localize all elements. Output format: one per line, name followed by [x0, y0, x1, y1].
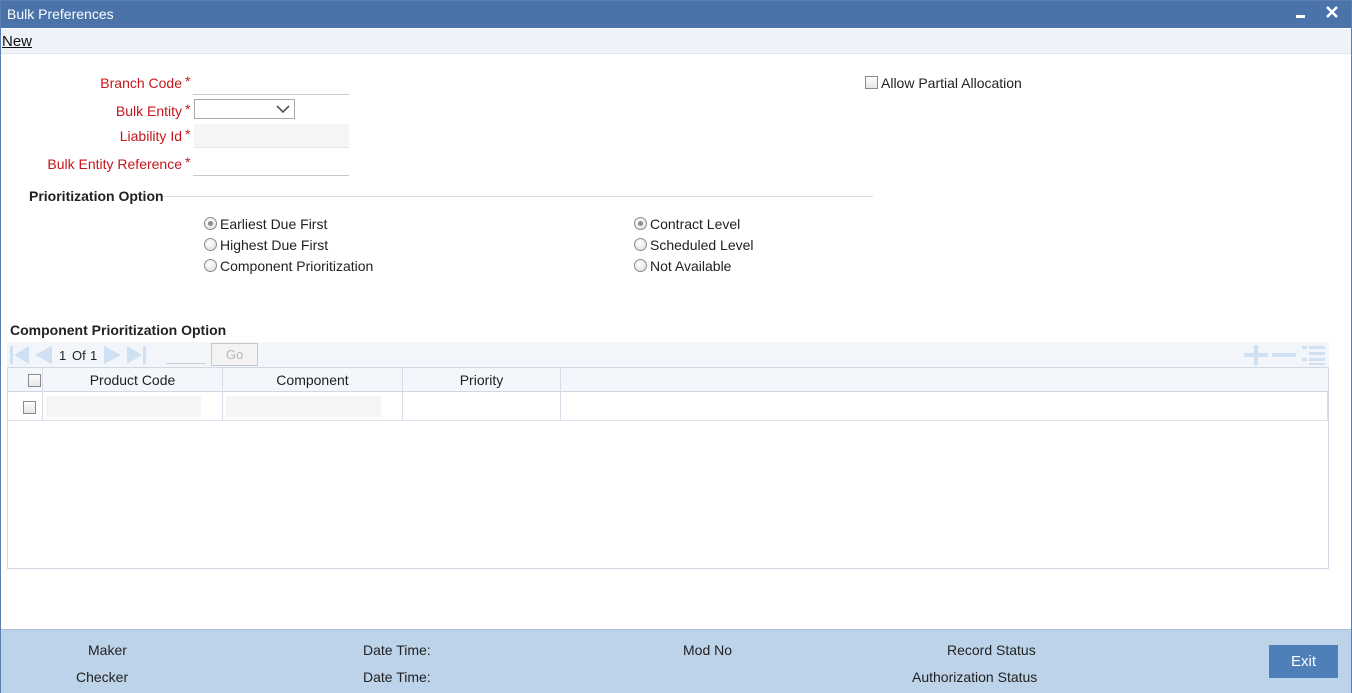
table-row: [8, 392, 1328, 421]
not-available-label: Not Available: [650, 258, 732, 274]
required-marker: *: [185, 73, 191, 89]
new-link[interactable]: New: [2, 33, 32, 50]
component-prioritization-radio[interactable]: [204, 259, 217, 272]
bulk-entity-label: Bulk Entity: [115, 103, 182, 119]
title-bar: Bulk Preferences: [1, 1, 1351, 28]
scheduled-level-radio[interactable]: [634, 238, 647, 251]
earliest-due-first-label: Earliest Due First: [220, 216, 328, 232]
component-cell: [223, 392, 403, 421]
liability-id-input[interactable]: [194, 124, 349, 148]
required-marker: *: [185, 101, 191, 117]
first-page-icon[interactable]: [9, 345, 31, 368]
highest-due-first-label: Highest Due First: [220, 237, 329, 253]
column-component[interactable]: Component: [223, 368, 403, 392]
product-code-input[interactable]: [46, 396, 201, 417]
record-status-label: Record Status: [947, 642, 1036, 658]
component-grid: Product Code Component Priority: [7, 367, 1329, 569]
bulk-entity-select[interactable]: [194, 99, 295, 119]
contract-level-label: Contract Level: [650, 216, 741, 232]
go-button[interactable]: Go: [211, 343, 258, 366]
pager-current: 1: [59, 348, 67, 363]
checker-label: Checker: [76, 669, 129, 685]
contract-level-radio[interactable]: [634, 217, 647, 230]
scheduled-level-label: Scheduled Level: [650, 237, 754, 253]
section-divider: [163, 196, 873, 197]
priority-cell[interactable]: [403, 392, 561, 421]
component-prioritization-option-title: Component Prioritization Option: [10, 322, 227, 338]
close-icon[interactable]: [1322, 3, 1342, 23]
mod-no-label: Mod No: [683, 642, 733, 658]
chevron-down-icon: [275, 99, 291, 119]
pager-total: 1: [90, 348, 98, 363]
liability-id-label: Liability Id: [119, 128, 182, 144]
row-select-cell: [8, 392, 43, 421]
bulk-entity-reference-label: Bulk Entity Reference: [47, 156, 182, 172]
previous-page-icon[interactable]: [33, 345, 53, 368]
branch-code-label: Branch Code: [100, 75, 182, 91]
page-number-input[interactable]: [166, 344, 206, 364]
allow-partial-allocation-checkbox[interactable]: [865, 76, 878, 89]
exit-button[interactable]: Exit: [1269, 645, 1338, 678]
row-checkbox[interactable]: [23, 401, 36, 414]
menu-bar: New: [1, 29, 1351, 54]
filler-cell: [561, 392, 1328, 421]
maker-label: Maker: [88, 642, 127, 658]
bulk-entity-reference-input[interactable]: [193, 152, 349, 176]
last-page-icon[interactable]: [126, 345, 148, 368]
add-row-icon[interactable]: [1243, 344, 1269, 369]
select-all-checkbox[interactable]: [28, 374, 41, 387]
highest-due-first-radio[interactable]: [204, 238, 217, 251]
grid-pager: 1 Of 1 Go: [7, 342, 1329, 367]
column-product-code[interactable]: Product Code: [43, 368, 223, 392]
grid-header: Product Code Component Priority: [8, 368, 1328, 392]
required-marker: *: [185, 126, 191, 142]
allow-partial-allocation-label: Allow Partial Allocation: [881, 75, 1022, 91]
bulk-preferences-window: Bulk Preferences New Branch Code * Bulk …: [0, 0, 1352, 693]
authorization-status-label: Authorization Status: [912, 669, 1038, 685]
next-page-icon[interactable]: [103, 345, 123, 368]
column-priority[interactable]: Priority: [403, 368, 561, 392]
select-all-cell: [8, 368, 43, 392]
minimize-icon[interactable]: [1291, 3, 1311, 23]
prioritization-option-title: Prioritization Option: [29, 188, 164, 204]
window-title: Bulk Preferences: [7, 6, 114, 22]
delete-row-icon[interactable]: [1271, 344, 1297, 369]
pager-of-label: Of: [72, 348, 86, 363]
component-input[interactable]: [226, 396, 381, 417]
single-view-icon[interactable]: [1301, 344, 1327, 369]
component-prioritization-label: Component Prioritization: [220, 258, 374, 274]
maker-date-time-label: Date Time:: [363, 642, 431, 658]
not-available-radio[interactable]: [634, 259, 647, 272]
branch-code-input[interactable]: [193, 71, 349, 95]
earliest-due-first-radio[interactable]: [204, 217, 217, 230]
required-marker: *: [185, 154, 191, 170]
audit-footer: Maker Checker Date Time: Date Time: Mod …: [1, 629, 1351, 693]
checker-date-time-label: Date Time:: [363, 669, 431, 685]
product-code-cell: [43, 392, 223, 421]
